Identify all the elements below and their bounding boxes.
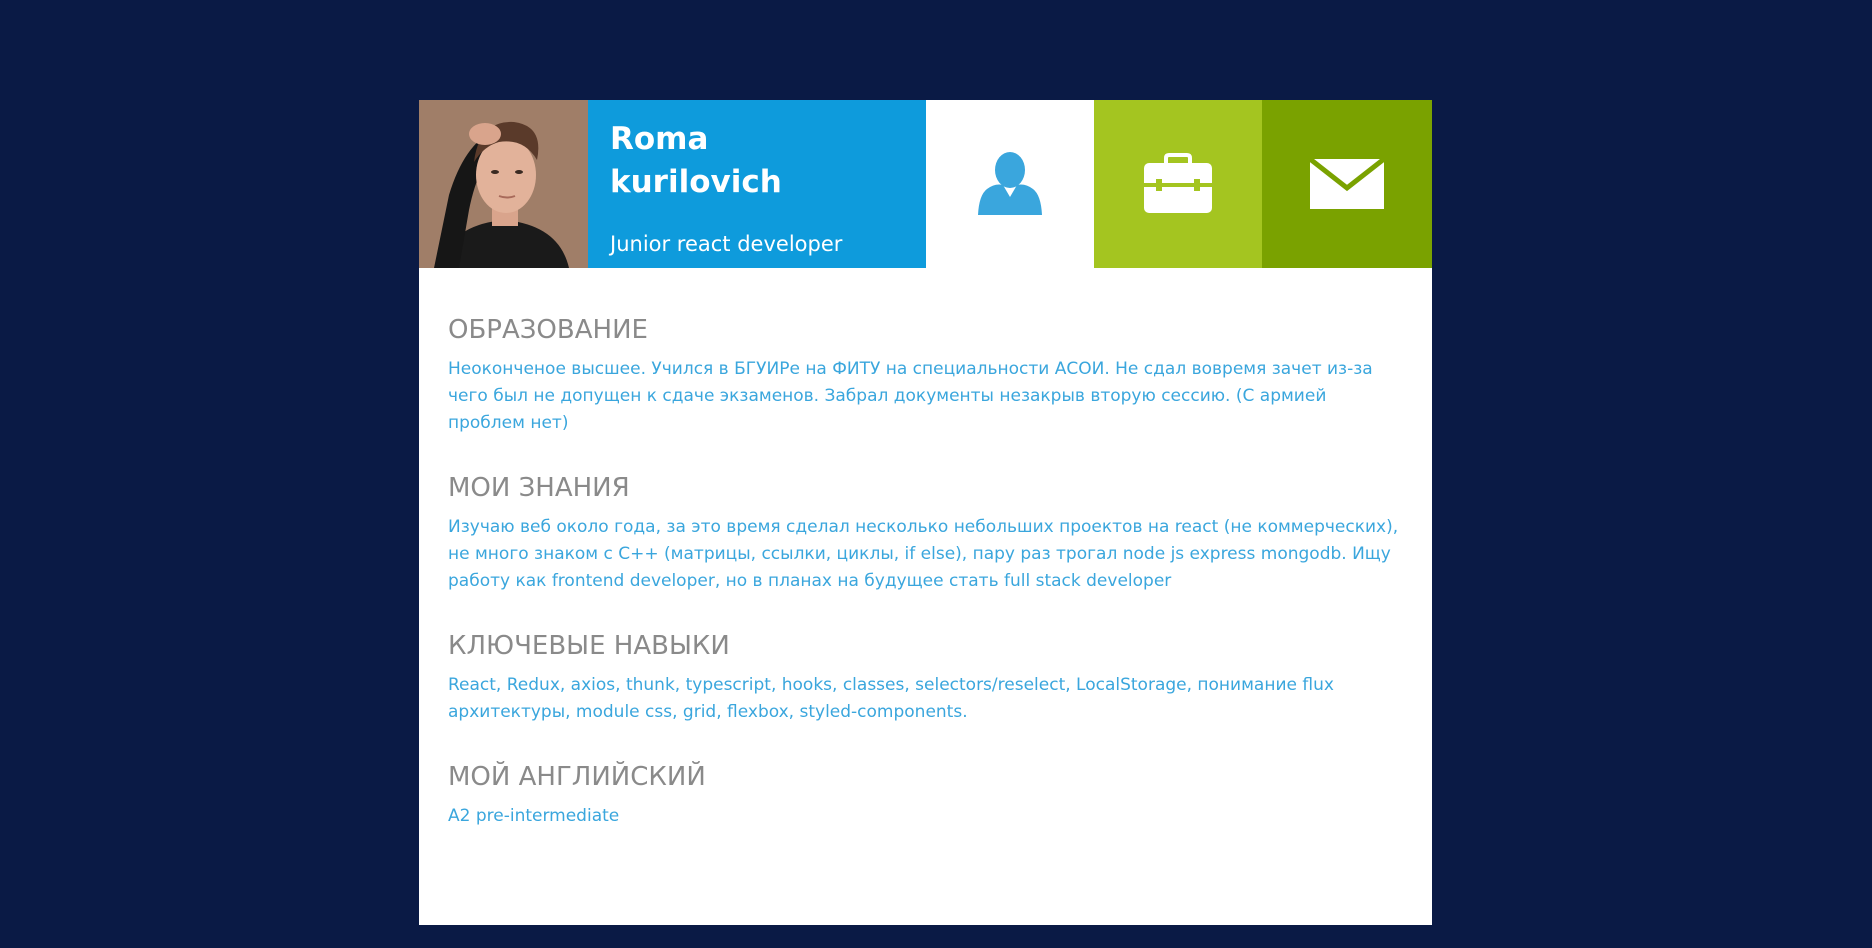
skills-section: КЛЮЧЕВЫЕ НАВЫКИ React, Redux, axios, thu… bbox=[448, 629, 1408, 726]
section-text: React, Redux, axios, thunk, typescript, … bbox=[448, 675, 1334, 722]
about-tab[interactable] bbox=[926, 100, 1094, 268]
name-tile: Roma kurilovich Junior react developer bbox=[588, 100, 926, 268]
section-title: КЛЮЧЕВЫЕ НАВЫКИ bbox=[448, 631, 730, 661]
section-text: A2 pre-intermediate bbox=[448, 806, 620, 826]
profile-name: Roma kurilovich bbox=[610, 121, 782, 200]
section-text: Изучаю веб около года, за это время сдел… bbox=[448, 517, 1399, 591]
section-title: МОИ ЗНАНИЯ bbox=[448, 473, 630, 503]
briefcase-icon bbox=[1144, 153, 1212, 213]
english-section: МОЙ АНГЛИЙСКИЙ A2 pre-intermediate bbox=[448, 760, 1408, 830]
work-tab[interactable] bbox=[1094, 100, 1262, 268]
section-title: МОЙ АНГЛИЙСКИЙ bbox=[448, 762, 706, 792]
knowledge-section: МОИ ЗНАНИЯ Изучаю веб около года, за это… bbox=[448, 471, 1408, 595]
education-section: ОБРАЗОВАНИЕ Неоконченое высшее. Учился в… bbox=[448, 313, 1408, 437]
envelope-icon bbox=[1309, 158, 1385, 209]
contact-tab[interactable] bbox=[1262, 100, 1432, 268]
section-text: Неоконченое высшее. Учился в БГУИРе на Ф… bbox=[448, 359, 1373, 433]
avatar-photo bbox=[419, 100, 588, 268]
avatar bbox=[419, 100, 588, 268]
person-icon bbox=[978, 152, 1042, 215]
header: Roma kurilovich Junior react developer bbox=[419, 100, 1432, 268]
resume-card: Roma kurilovich Junior react developer О… bbox=[419, 100, 1432, 925]
section-title: ОБРАЗОВАНИЕ bbox=[448, 315, 648, 345]
profile-role: Junior react developer bbox=[610, 232, 843, 256]
content: ОБРАЗОВАНИЕ Неоконченое высшее. Учился в… bbox=[448, 313, 1408, 864]
